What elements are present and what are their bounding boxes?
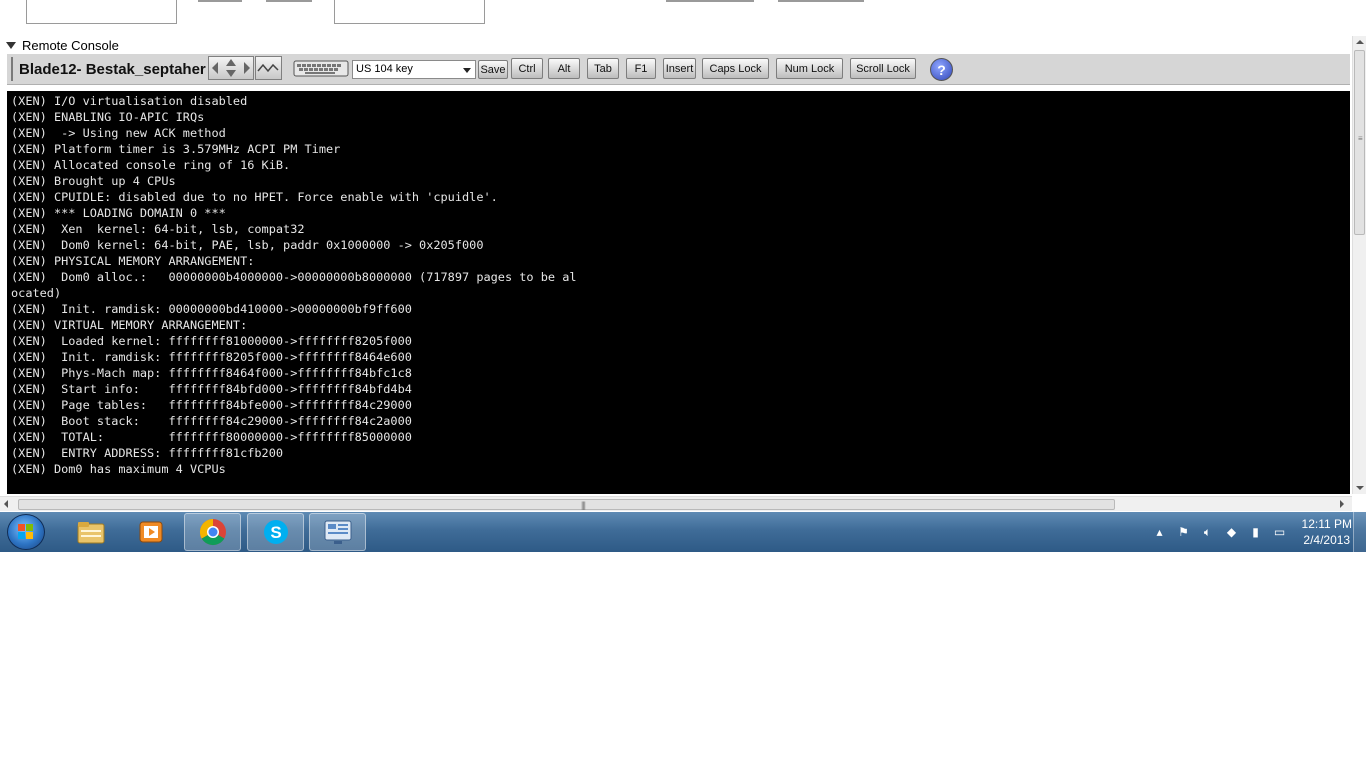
scroll-lock-button[interactable]: Scroll Lock xyxy=(850,58,916,79)
save-button[interactable]: Save xyxy=(478,60,508,79)
keyboard-layout-select[interactable]: US 104 key xyxy=(352,60,476,79)
console-line: (XEN) Page tables: ffffffff84bfe000->fff… xyxy=(11,398,412,412)
volume-icon[interactable]: 🔈︎ xyxy=(1200,524,1216,540)
remote-console-icon xyxy=(324,520,351,544)
ctrl-key-button[interactable]: Ctrl xyxy=(511,58,543,79)
console-line: (XEN) PHYSICAL MEMORY ARRANGEMENT: xyxy=(11,254,255,268)
console-line: (XEN) Init. ramdisk: 00000000bd410000->0… xyxy=(11,302,412,316)
skype-icon: S xyxy=(263,520,288,544)
console-line: (XEN) Xen kernel: 64-bit, lsb, compat32 xyxy=(11,222,305,236)
console-line: (XEN) Phys-Mach map: ffffffff8464f000->f… xyxy=(11,366,412,380)
vertical-scrollbar[interactable]: ≡ xyxy=(1352,36,1366,494)
top-stub-line-2 xyxy=(266,0,312,2)
console-screen[interactable]: (XEN) I/O virtualisation disabled (XEN) E… xyxy=(7,91,1350,494)
console-line: (XEN) Allocated console ring of 16 KiB. xyxy=(11,158,291,172)
console-line: (XEN) -> Using new ACK method xyxy=(11,126,226,140)
console-line: (XEN) CPUIDLE: disabled due to no HPET. … xyxy=(11,190,498,204)
pan-arrows-icon xyxy=(212,59,250,77)
horizontal-scrollbar[interactable]: ||| xyxy=(0,496,1352,511)
network-icon[interactable]: ▭ xyxy=(1272,524,1288,540)
session-title-area: Blade12- Bestak_septaher xyxy=(11,57,211,81)
page-top-strip xyxy=(0,0,1352,33)
console-line: ocated) xyxy=(11,286,62,300)
console-line: (XEN) Dom0 has maximum 4 VCPUs xyxy=(11,462,226,476)
collapse-triangle-icon[interactable] xyxy=(6,41,16,49)
signal-button[interactable] xyxy=(255,56,282,80)
console-line: (XEN) Boot stack: ffffffff84c29000->ffff… xyxy=(11,414,412,428)
console-line: (XEN) Brought up 4 CPUs xyxy=(11,174,176,188)
media-player-icon xyxy=(139,521,162,543)
clock-time: 12:11 PM xyxy=(1301,517,1352,531)
console-line: (XEN) Loaded kernel: ffffffff81000000->f… xyxy=(11,334,412,348)
remote-console-header[interactable]: Remote Console xyxy=(6,37,119,53)
system-tray: ▴ ⚑ 🔈︎ ◆ ▮ ▭ 12:11 PM 2/4/2013 xyxy=(1144,512,1353,552)
taskbar-skype[interactable]: S xyxy=(247,513,304,551)
dropbox-icon[interactable]: ◆ xyxy=(1224,524,1240,540)
show-hidden-icons-icon[interactable]: ▴ xyxy=(1152,524,1168,540)
pan-arrows-button[interactable] xyxy=(208,56,254,80)
scroll-down-arrow-icon[interactable] xyxy=(1356,486,1364,490)
console-toolbar: Blade12- Bestak_septaher US 104 key Save… xyxy=(7,54,1350,85)
top-stub-box-1 xyxy=(26,0,177,24)
grip-icon: ||| xyxy=(581,500,586,510)
console-line: (XEN) *** LOADING DOMAIN 0 *** xyxy=(11,206,226,220)
console-line: (XEN) ENABLING IO-APIC IRQs xyxy=(11,110,205,124)
windows-taskbar: S ▴ ⚑ 🔈︎ ◆ ▮ ▭ 12:11 PM 2/4/2013 xyxy=(0,512,1366,552)
console-line: (XEN) VIRTUAL MEMORY ARRANGEMENT: xyxy=(11,318,248,332)
console-line: (XEN) Start info: ffffffff84bfd000->ffff… xyxy=(11,382,412,396)
console-line: (XEN) TOTAL: ffffffff80000000->ffffffff8… xyxy=(11,430,412,444)
console-line: (XEN) I/O virtualisation disabled xyxy=(11,94,248,108)
keyboard-icon[interactable] xyxy=(293,58,349,78)
start-button[interactable] xyxy=(7,514,45,550)
taskbar-remote-console[interactable] xyxy=(309,513,366,551)
taskbar-explorer[interactable] xyxy=(62,513,119,551)
caps-lock-button[interactable]: Caps Lock xyxy=(702,58,769,79)
scroll-right-arrow-icon[interactable] xyxy=(1340,500,1344,508)
keyboard-layout-value: US 104 key xyxy=(356,63,413,75)
horizontal-scroll-thumb[interactable]: ||| xyxy=(18,499,1115,510)
grip-icon: ≡ xyxy=(1358,134,1363,143)
show-desktop-button[interactable] xyxy=(1353,512,1366,552)
scroll-left-arrow-icon[interactable] xyxy=(4,500,8,508)
console-line: (XEN) Dom0 kernel: 64-bit, PAE, lsb, pad… xyxy=(11,238,484,252)
num-lock-button[interactable]: Num Lock xyxy=(776,58,843,79)
top-stub-line-3 xyxy=(666,0,754,2)
remote-console-label: Remote Console xyxy=(22,37,119,53)
alt-key-button[interactable]: Alt xyxy=(548,58,580,79)
console-output: (XEN) I/O virtualisation disabled (XEN) E… xyxy=(7,91,1350,479)
chrome-icon xyxy=(199,518,226,546)
clock-date: 2/4/2013 xyxy=(1303,533,1351,547)
svg-text:S: S xyxy=(270,523,281,542)
insert-key-button[interactable]: Insert xyxy=(663,58,696,79)
chevron-down-icon xyxy=(463,68,471,73)
tab-key-button[interactable]: Tab xyxy=(587,58,619,79)
taskbar-chrome[interactable] xyxy=(184,513,241,551)
vertical-scroll-thumb[interactable]: ≡ xyxy=(1354,50,1365,235)
console-line: (XEN) Dom0 alloc.: 00000000b4000000->000… xyxy=(11,270,577,284)
session-title: Blade12- Bestak_septaher xyxy=(19,60,206,78)
action-center-flag-icon[interactable]: ⚑ xyxy=(1176,524,1192,540)
explorer-folder-icon xyxy=(77,522,104,544)
console-line: (XEN) ENTRY ADDRESS: ffffffff81cfb200 xyxy=(11,446,284,460)
waveform-icon xyxy=(257,63,279,73)
top-stub-line-1 xyxy=(198,0,242,2)
console-line: (XEN) Init. ramdisk: ffffffff8205f000->f… xyxy=(11,350,412,364)
top-stub-line-4 xyxy=(778,0,864,2)
scroll-up-arrow-icon[interactable] xyxy=(1356,40,1364,44)
taskbar-clock[interactable]: 12:11 PM 2/4/2013 xyxy=(1302,516,1352,548)
top-stub-box-2 xyxy=(334,0,485,24)
battery-icon[interactable]: ▮ xyxy=(1248,524,1264,540)
taskbar-media-player[interactable] xyxy=(122,513,179,551)
console-line: (XEN) Platform timer is 3.579MHz ACPI PM… xyxy=(11,142,341,156)
f1-key-button[interactable]: F1 xyxy=(626,58,656,79)
windows-logo-icon xyxy=(18,524,33,539)
help-button[interactable]: ? xyxy=(930,58,953,81)
